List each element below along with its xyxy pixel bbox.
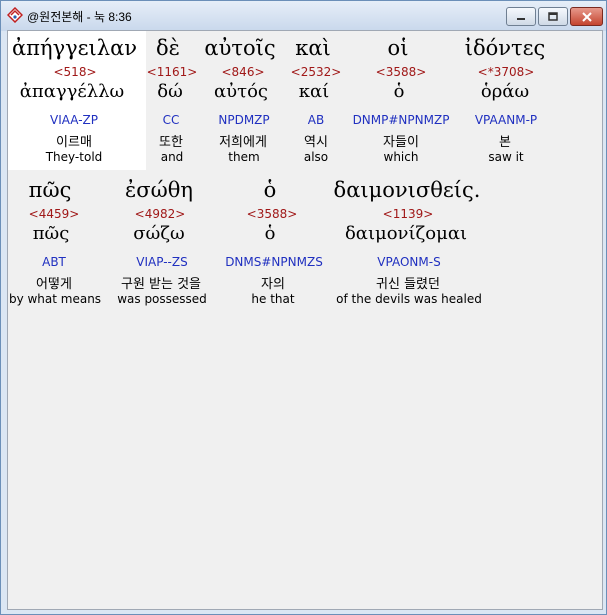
- greek-word[interactable]: ἀπήγγειλαν: [12, 36, 137, 60]
- morphology: VIAA-ZP: [49, 113, 99, 127]
- greek-word[interactable]: ἐσώθη: [125, 178, 193, 202]
- morphology: DNMS#NPNMZS: [225, 255, 323, 269]
- strong-number[interactable]: <3588>: [247, 207, 298, 221]
- lemma: ἀπαγγέλλω: [19, 81, 125, 102]
- morphology: AB: [307, 113, 325, 127]
- strong-number[interactable]: <3588>: [376, 65, 427, 79]
- strong-number[interactable]: <1161>: [147, 65, 198, 79]
- korean-gloss: 자의: [261, 277, 285, 292]
- greek-word[interactable]: πῶς: [29, 178, 72, 202]
- minimize-icon: [517, 17, 525, 20]
- english-gloss: saw it: [488, 150, 524, 164]
- lemma: πῶς: [32, 223, 70, 244]
- korean-gloss: 또한: [159, 135, 183, 150]
- maximize-icon: [548, 12, 558, 21]
- korean-gloss: 구원 받는 것을: [120, 277, 202, 292]
- lemma: αὐτός: [214, 81, 268, 102]
- korean-gloss: 저희에게: [219, 135, 267, 150]
- maximize-button[interactable]: [538, 7, 568, 26]
- korean-gloss: 본: [499, 135, 511, 150]
- lemma: ὁ: [393, 81, 405, 102]
- greek-word[interactable]: οἱ: [388, 36, 409, 60]
- korean-gloss: 역시: [304, 135, 328, 150]
- morphology: VIAP--ZS: [136, 255, 188, 269]
- window-title: @원전본해 - 눅 8:36: [27, 10, 132, 24]
- strong-number[interactable]: <2532>: [291, 65, 342, 79]
- strong-number[interactable]: <1139>: [383, 207, 434, 221]
- korean-gloss: 어떻게: [36, 277, 72, 292]
- app-window: @원전본해 - 눅 8:36 ἀπήγγειλαν <518> ἀπαγγέλλ…: [0, 0, 607, 615]
- interlinear-panel: ἀπήγγειλαν <518> ἀπαγγέλλω VIAA-ZP 이르매 T…: [7, 30, 603, 610]
- english-gloss: also: [303, 150, 329, 164]
- morphology: CC: [162, 113, 180, 127]
- english-gloss: which: [383, 150, 419, 164]
- lemma: σώζω: [133, 223, 185, 244]
- lemma: δώ: [157, 81, 183, 102]
- lemma: δαιμονίζομαι: [344, 223, 468, 244]
- english-gloss: They-told: [45, 150, 103, 164]
- strong-number[interactable]: <4459>: [29, 207, 80, 221]
- korean-gloss: 이르매: [56, 135, 92, 150]
- morphology: DNMP#NPNMZP: [352, 113, 450, 127]
- greek-word[interactable]: ὁ: [264, 178, 277, 202]
- app-icon: [6, 6, 24, 24]
- english-gloss: them: [228, 150, 260, 164]
- close-icon: [581, 11, 592, 22]
- greek-word[interactable]: δαιμονισθείς.: [334, 178, 481, 202]
- strong-number[interactable]: <*3708>: [478, 65, 535, 79]
- lemma: ὁ: [264, 223, 276, 244]
- greek-word[interactable]: δὲ: [156, 36, 180, 60]
- minimize-button[interactable]: [506, 7, 536, 26]
- korean-gloss: 자들이: [383, 135, 419, 150]
- greek-word[interactable]: αὐτοῖς: [204, 36, 275, 60]
- english-gloss: of the devils was healed: [336, 292, 482, 306]
- morphology: VPAONM-S: [377, 255, 441, 269]
- strong-number[interactable]: <4982>: [135, 207, 186, 221]
- english-gloss: was possessed: [117, 292, 207, 306]
- morphology: VPAANM-P: [474, 113, 538, 127]
- morphology: NPDMZP: [218, 113, 270, 127]
- greek-word[interactable]: καὶ: [295, 36, 331, 60]
- english-gloss: he that: [251, 292, 295, 306]
- english-gloss: and: [160, 150, 184, 164]
- korean-gloss: 귀신 들렸던: [376, 277, 440, 292]
- title-bar[interactable]: @원전본해 - 눅 8:36: [1, 1, 606, 31]
- english-gloss: by what means: [8, 292, 102, 306]
- lemma: καί: [298, 81, 330, 102]
- strong-number[interactable]: <518>: [53, 65, 96, 79]
- lemma: ὁράω: [480, 81, 530, 102]
- close-button[interactable]: [570, 7, 603, 26]
- greek-word[interactable]: ἰδόντες: [465, 36, 546, 60]
- morphology: ABT: [42, 255, 66, 269]
- strong-number[interactable]: <846>: [221, 65, 264, 79]
